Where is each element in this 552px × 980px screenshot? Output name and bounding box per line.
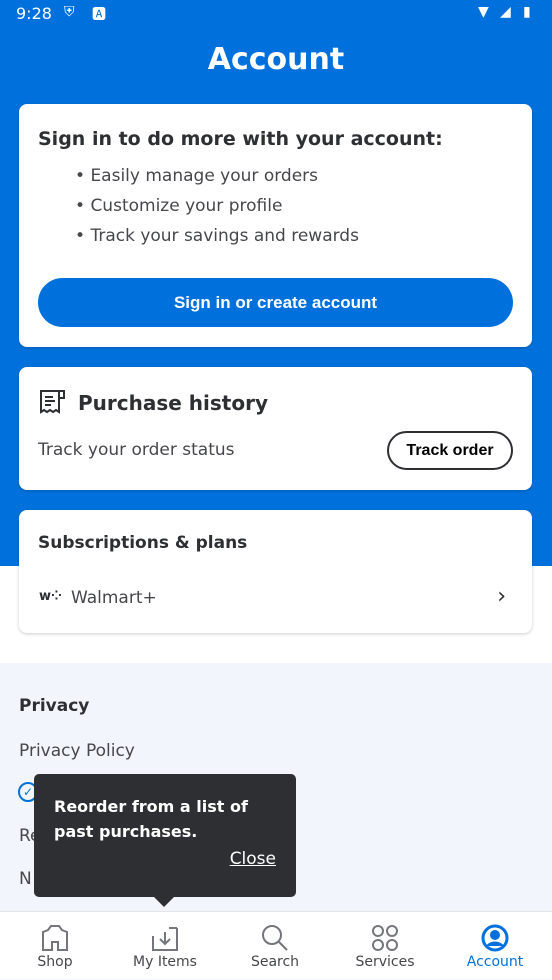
nav-label: Services bbox=[355, 954, 415, 970]
bullet-text: Customize your profile bbox=[90, 196, 283, 216]
bullet-item: • Customize your profile bbox=[75, 196, 283, 216]
tooltip-close-link[interactable]: Close bbox=[230, 849, 276, 869]
nav-label: Account bbox=[466, 954, 524, 970]
shield-icon: ⛨ bbox=[64, 4, 75, 20]
battery-icon: ▮ bbox=[523, 4, 531, 20]
nav-label: My Items bbox=[133, 954, 197, 970]
subscriptions-heading: Subscriptions & plans bbox=[38, 533, 248, 553]
bottom-nav: Shop My Items Search Services Account bbox=[0, 911, 552, 979]
receipt-icon bbox=[40, 390, 65, 414]
nav-my-items[interactable]: My Items bbox=[110, 912, 220, 980]
track-order-button[interactable]: Track order bbox=[387, 431, 513, 470]
grid-circles-icon bbox=[372, 925, 398, 951]
privacy-item[interactable]: N bbox=[19, 869, 32, 889]
search-icon bbox=[262, 925, 288, 951]
bullet-item: • Easily manage your orders bbox=[75, 166, 319, 186]
signin-button[interactable]: Sign in or create account bbox=[38, 278, 513, 327]
wifi-icon: ▼ bbox=[478, 4, 489, 20]
privacy-heading: Privacy bbox=[19, 696, 90, 716]
nav-account[interactable]: Account bbox=[440, 912, 550, 980]
bullet-text: Easily manage your orders bbox=[90, 166, 319, 186]
nav-label: Shop bbox=[37, 954, 73, 970]
chevron-right-icon: › bbox=[497, 584, 506, 609]
purchase-history-card[interactable]: Purchase history Track your order status… bbox=[19, 367, 532, 490]
signin-heading: Sign in to do more with your account: bbox=[38, 128, 443, 150]
account-icon bbox=[481, 924, 509, 952]
subscriptions-card: Subscriptions & plans w⁘ Walmart+ › bbox=[19, 510, 532, 633]
walmart-plus-label: Walmart+ bbox=[71, 588, 157, 608]
nav-services[interactable]: Services bbox=[330, 912, 440, 980]
privacy-policy-link[interactable]: Privacy Policy bbox=[19, 741, 135, 761]
purchase-subtitle: Track your order status bbox=[38, 440, 235, 460]
walmart-plus-row[interactable]: w⁘ Walmart+ › bbox=[19, 580, 532, 620]
nav-search[interactable]: Search bbox=[220, 912, 330, 980]
purchase-history-heading: Purchase history bbox=[78, 391, 268, 415]
bullet-text: Track your savings and rewards bbox=[90, 226, 359, 246]
app-a-icon: 🅰 bbox=[92, 7, 106, 23]
nav-shop[interactable]: Shop bbox=[0, 912, 110, 980]
page-title: Account bbox=[207, 42, 345, 77]
status-bar: 9:28 ⛨ 🅰 ▼ ◢ ▮ bbox=[0, 0, 552, 28]
bullet-item: • Track your savings and rewards bbox=[75, 226, 359, 246]
tooltip: Reorder from a list of past purchases. C… bbox=[34, 774, 296, 907]
tooltip-text: Reorder from a list of past purchases. bbox=[54, 797, 248, 841]
store-icon bbox=[42, 925, 68, 951]
download-tray-icon bbox=[152, 927, 178, 951]
walmart-spark-icon: w⁘ bbox=[39, 589, 62, 604]
status-time: 9:28 bbox=[16, 4, 52, 23]
signin-card: Sign in to do more with your account: • … bbox=[19, 104, 532, 347]
signal-icon: ◢ bbox=[500, 4, 511, 20]
nav-label: Search bbox=[250, 954, 300, 970]
